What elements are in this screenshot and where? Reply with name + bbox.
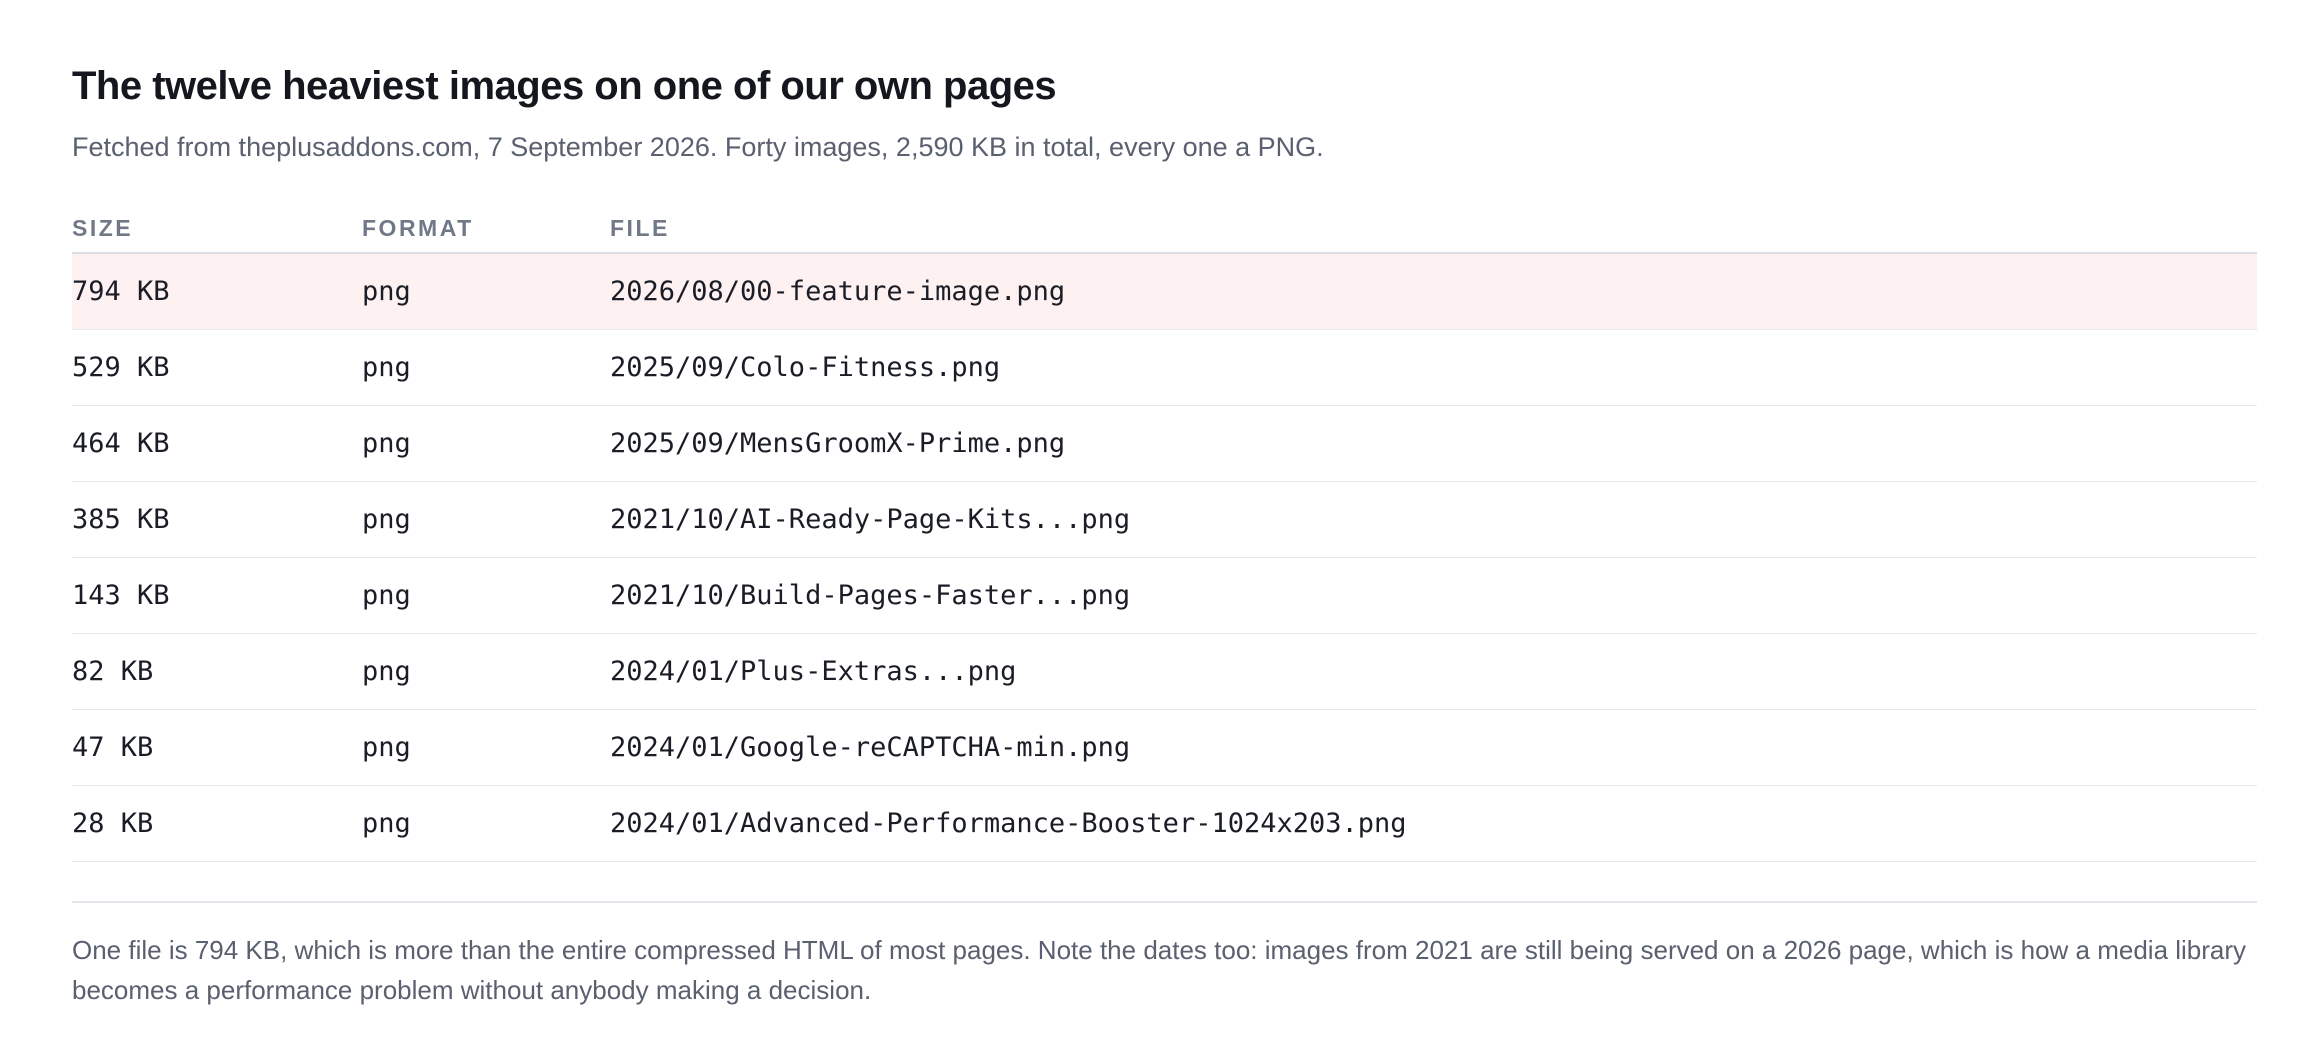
table-row: 529 KB png 2025/09/Colo-Fitness.png: [72, 329, 2257, 406]
cell-size: 464 KB: [72, 405, 362, 482]
table-row: 28 KB png 2024/01/Advanced-Performance-Boo…: [72, 785, 2257, 862]
cell-format: png: [362, 557, 610, 634]
table-row: 82 KB png 2024/01/Plus-Extras...png: [72, 633, 2257, 710]
page-subtitle: Fetched from theplusaddons.com, 7 Septem…: [72, 132, 1324, 162]
image-size-table: SIZE FORMAT FILE 794 KB png 2026/08/00-fea…: [72, 204, 2257, 862]
cell-format: png: [362, 329, 610, 406]
footnote: One file is 794 KB, which is more than t…: [72, 935, 2247, 1005]
cell-size: 28 KB: [72, 785, 362, 862]
cell-size: 47 KB: [72, 709, 362, 786]
cell-file: 2025/09/MensGroomX-Prime.png: [610, 405, 2257, 482]
cell-file: 2025/09/Colo-Fitness.png: [610, 329, 2257, 406]
cell-file: 2021/10/AI-Ready-Page-Kits...png: [610, 481, 2257, 558]
cell-size: 143 KB: [72, 557, 362, 634]
table-header-row: SIZE FORMAT FILE: [72, 204, 2257, 254]
cell-file: 2026/08/00-feature-image.png: [610, 253, 2257, 330]
cell-format: png: [362, 253, 610, 330]
page-title: The twelve heaviest images on one of our…: [72, 64, 1057, 108]
cell-file: 2024/01/Plus-Extras...png: [610, 633, 2257, 710]
cell-file: 2021/10/Build-Pages-Faster...png: [610, 557, 2257, 634]
cell-format: png: [362, 785, 610, 862]
table-row: 794 KB png 2026/08/00-feature-image.png: [72, 253, 2257, 330]
cell-size: 529 KB: [72, 329, 362, 406]
column-header-format: FORMAT: [362, 204, 610, 254]
cell-format: png: [362, 709, 610, 786]
table-body: 794 KB png 2026/08/00-feature-image.png 529…: [72, 253, 2257, 862]
cell-format: png: [362, 481, 610, 558]
table-row: 143 KB png 2021/10/Build-Pages-Faster...pn…: [72, 557, 2257, 634]
section-divider: [72, 901, 2257, 903]
cell-format: png: [362, 633, 610, 710]
cell-size: 385 KB: [72, 481, 362, 558]
column-header-file: FILE: [610, 204, 2257, 254]
cell-format: png: [362, 405, 610, 482]
table-row: 385 KB png 2021/10/AI-Ready-Page-Kits...pn…: [72, 481, 2257, 558]
table-row: 47 KB png 2024/01/Google-reCAPTCHA-min.png: [72, 709, 2257, 786]
cell-file: 2024/01/Google-reCAPTCHA-min.png: [610, 709, 2257, 786]
cell-size: 82 KB: [72, 633, 362, 710]
cell-file: 2024/01/Advanced-Performance-Booster-102…: [610, 785, 2257, 862]
table-row: 464 KB png 2025/09/MensGroomX-Prime.png: [72, 405, 2257, 482]
cell-size: 794 KB: [72, 253, 362, 330]
column-header-size: SIZE: [72, 204, 362, 254]
